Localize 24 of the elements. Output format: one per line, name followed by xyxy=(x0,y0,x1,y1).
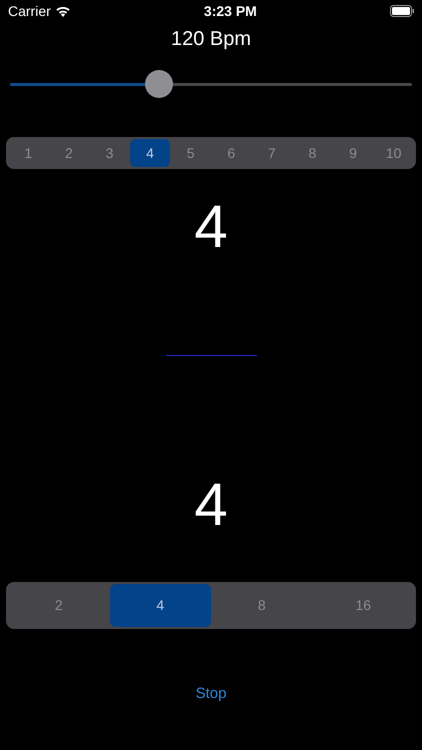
tempo-slider[interactable] xyxy=(10,70,412,98)
wifi-icon xyxy=(54,5,71,17)
segment-tab[interactable]: 2 xyxy=(48,139,90,167)
segment-tab[interactable]: 4 xyxy=(130,139,170,167)
segment-tab[interactable]: 3 xyxy=(89,139,130,167)
tempo-reading: 120 Bpm xyxy=(170,27,252,52)
segment-tab[interactable]: 16 xyxy=(312,584,414,627)
slider-thumb[interactable] xyxy=(144,70,173,98)
segment-tab[interactable]: 7 xyxy=(252,139,292,167)
clock-time: 3:23 PM xyxy=(204,2,257,20)
segment-tab[interactable]: 1 xyxy=(8,139,49,167)
segment-tab[interactable]: 8 xyxy=(211,584,312,627)
stop-button[interactable]: Stop xyxy=(188,679,234,710)
segment-tab[interactable]: 8 xyxy=(292,139,333,167)
beats-denominator: 4 xyxy=(194,475,228,535)
segment-tab[interactable]: 4 xyxy=(110,584,211,627)
segment-tab[interactable]: 5 xyxy=(170,139,211,167)
battery-icon xyxy=(390,5,414,17)
segment-tab[interactable]: 10 xyxy=(373,139,414,167)
segment-tab[interactable]: 6 xyxy=(210,139,252,167)
beats-numerator: 4 xyxy=(194,197,228,257)
segment-tab[interactable]: 9 xyxy=(332,139,374,167)
segment-tab[interactable]: 2 xyxy=(8,584,110,627)
carrier-label: Carrier xyxy=(8,2,51,20)
